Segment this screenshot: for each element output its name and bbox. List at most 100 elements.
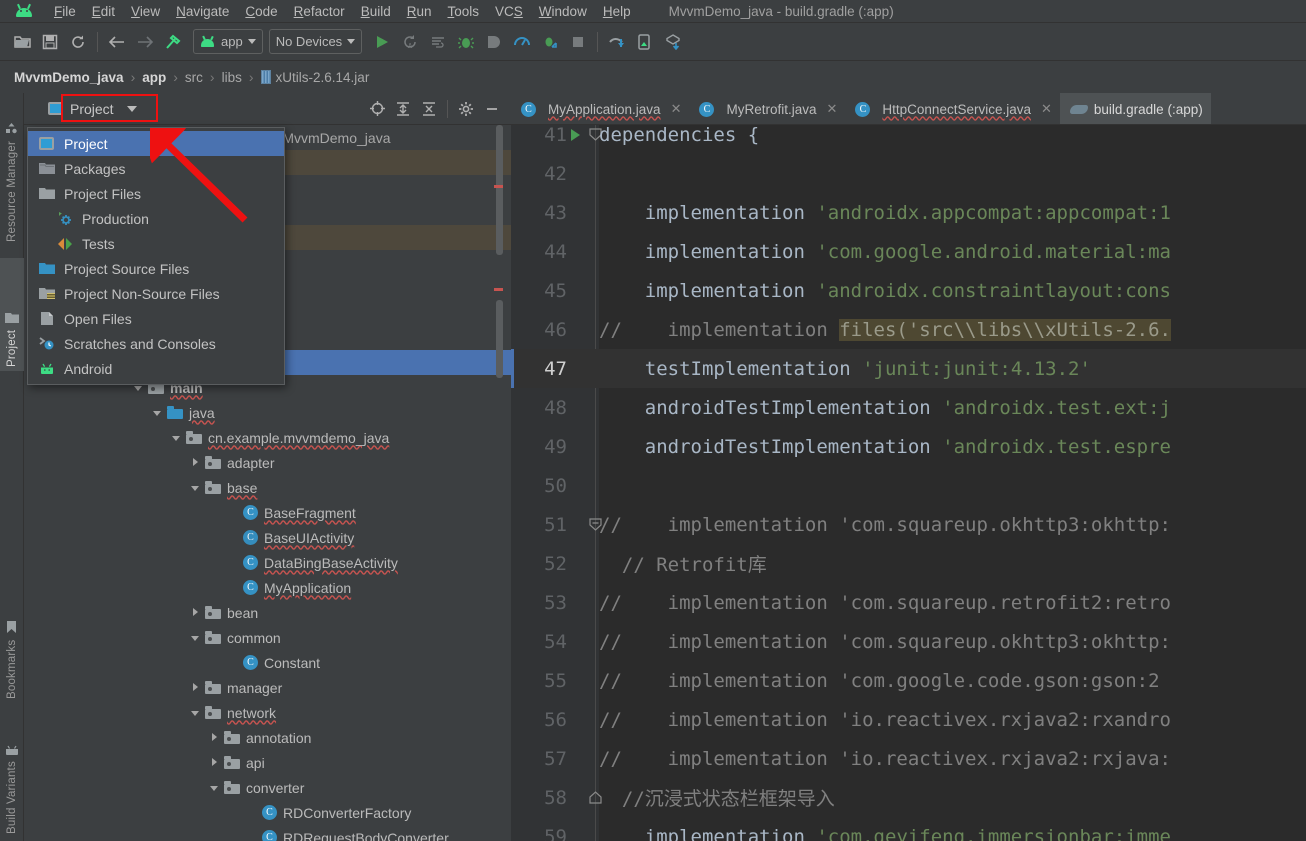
project-tree-scrollbar[interactable] — [494, 125, 503, 841]
sidebar-item-resource-manager[interactable]: Resource Manager — [0, 101, 24, 246]
editor-tab-myretrofit-java[interactable]: C MyRetrofit.java ✕ — [689, 93, 845, 125]
scrollbar-thumb[interactable] — [496, 125, 503, 255]
editor-tab-build-gradle-app-[interactable]: build.gradle (:app) — [1059, 93, 1211, 125]
close-icon[interactable]: ✕ — [671, 101, 682, 117]
code-line-54[interactable]: 54 // implementation 'com.squareup.okhttp… — [511, 622, 1306, 661]
menu-item-navigate[interactable]: Navigate — [168, 2, 237, 21]
menu-item-tools[interactable]: Tools — [440, 2, 488, 21]
settings-gear-icon[interactable] — [453, 96, 479, 122]
tree-node-converter[interactable]: converter — [24, 775, 511, 800]
code-line-50[interactable]: 50 — [511, 466, 1306, 505]
code-line-44[interactable]: 44 implementation 'com.google.android.ma… — [511, 232, 1306, 271]
editor-tab-httpconnectservice-java[interactable]: C HttpConnectService.java ✕ — [845, 93, 1059, 125]
chevron-right-icon[interactable] — [209, 757, 220, 768]
scrollbar-thumb[interactable] — [496, 300, 503, 378]
hide-minimize-icon[interactable] — [479, 96, 505, 122]
menu-item-help[interactable]: Help — [595, 2, 639, 21]
code-line-48[interactable]: 48 androidTestImplementation 'androidx.t… — [511, 388, 1306, 427]
sync-gradle-icon[interactable] — [659, 28, 687, 56]
tree-node-java[interactable]: java — [24, 400, 511, 425]
expand-all-icon[interactable] — [390, 96, 416, 122]
code-line-59[interactable]: 59 implementation 'com.geyifeng.immersio… — [511, 817, 1306, 841]
tree-node-common[interactable]: common — [24, 625, 511, 650]
locate-target-icon[interactable] — [364, 96, 390, 122]
run-gutter-icon[interactable] — [571, 128, 580, 141]
menu-item-build[interactable]: Build — [353, 2, 399, 21]
menu-option-packages[interactable]: Packages — [28, 156, 284, 181]
menu-item-file[interactable]: File — [46, 2, 84, 21]
stop-icon[interactable] — [564, 28, 592, 56]
menu-option-production[interactable]: Production — [28, 206, 284, 231]
editor-tab-myapplication-java[interactable]: C MyApplication.java ✕ — [511, 93, 689, 125]
menu-item-code[interactable]: Code — [237, 2, 285, 21]
menu-option-project-files[interactable]: Project Files — [28, 181, 284, 206]
tree-node-api[interactable]: api — [24, 750, 511, 775]
back-arrow-icon[interactable] — [103, 28, 131, 56]
sidebar-item-project[interactable]: Project — [0, 258, 24, 371]
tree-node-bean[interactable]: bean — [24, 600, 511, 625]
chevron-right-icon[interactable] — [209, 732, 220, 743]
menu-item-vcs[interactable]: VCS — [487, 2, 531, 21]
run-list-icon[interactable] — [424, 28, 452, 56]
tree-node-rdrequestbodyconverter[interactable]: C RDRequestBodyConverter — [24, 825, 511, 841]
project-view-dropdown-menu[interactable]: Project Packages Project Files Production Te… — [27, 127, 285, 385]
save-icon[interactable] — [36, 28, 64, 56]
breadcrumb-item-2[interactable]: src — [185, 70, 203, 85]
tree-node-cn-example-mvvmdemo-java[interactable]: cn.example.mvvmdemo_java — [24, 425, 511, 450]
code-line-45[interactable]: 45 implementation 'androidx.constraintla… — [511, 271, 1306, 310]
forward-arrow-icon[interactable] — [131, 28, 159, 56]
error-stripe-mark[interactable] — [494, 185, 503, 188]
menu-option-scratches-and-consoles[interactable]: Scratches and Consoles — [28, 331, 284, 356]
close-icon[interactable]: ✕ — [827, 101, 838, 117]
code-line-42[interactable]: 42 — [511, 154, 1306, 193]
tree-node-baseuiactivity[interactable]: C BaseUIActivity — [24, 525, 511, 550]
code-line-51[interactable]: 51 // implementation 'com.squareup.okhttp… — [511, 505, 1306, 544]
tree-row-highlighted[interactable] — [279, 225, 511, 250]
menu-item-refactor[interactable]: Refactor — [286, 2, 353, 21]
chevron-down-icon[interactable] — [190, 707, 201, 718]
code-line-55[interactable]: 55 // implementation 'com.google.code.gso… — [511, 661, 1306, 700]
tree-node-adapter[interactable]: adapter — [24, 450, 511, 475]
error-stripe-mark[interactable] — [494, 288, 503, 291]
tree-node-network[interactable]: network — [24, 700, 511, 725]
menu-option-project-non-source-files[interactable]: Project Non-Source Files — [28, 281, 284, 306]
menu-item-run[interactable]: Run — [399, 2, 440, 21]
device-selector[interactable]: No Devices — [268, 29, 363, 54]
collapse-all-icon[interactable] — [416, 96, 442, 122]
project-view-selector[interactable]: Project — [42, 99, 143, 119]
menu-item-view[interactable]: View — [123, 2, 168, 21]
sdk-manager-icon[interactable] — [603, 28, 631, 56]
chevron-down-icon[interactable] — [171, 432, 182, 443]
code-line-53[interactable]: 53 // implementation 'com.squareup.retrof… — [511, 583, 1306, 622]
breadcrumb-item-4[interactable]: xUtils-2.6.14.jar — [276, 70, 370, 85]
chevron-right-icon[interactable] — [190, 457, 201, 468]
tree-node-base[interactable]: base — [24, 475, 511, 500]
tree-node-myapplication[interactable]: C MyApplication — [24, 575, 511, 600]
chevron-down-icon[interactable] — [190, 632, 201, 643]
open-folder-icon[interactable] — [8, 28, 36, 56]
tree-node-rdconverterfactory[interactable]: C RDConverterFactory — [24, 800, 511, 825]
menu-item-window[interactable]: Window — [531, 2, 595, 21]
breadcrumb-item-0[interactable]: MvvmDemo_java — [14, 70, 124, 85]
attach-debugger-icon[interactable] — [480, 28, 508, 56]
chevron-down-icon[interactable] — [209, 782, 220, 793]
build-hammer-icon[interactable] — [159, 28, 187, 56]
breadcrumb-item-3[interactable]: libs — [222, 70, 242, 85]
tree-row-selected[interactable] — [279, 350, 511, 375]
code-line-56[interactable]: 56 // implementation 'io.reactivex.rxjava… — [511, 700, 1306, 739]
tree-node-manager[interactable]: manager — [24, 675, 511, 700]
sync-icon[interactable] — [64, 28, 92, 56]
code-area[interactable]: 41 dependencies {42 43 implementation 'and… — [511, 125, 1306, 841]
breadcrumb-item-1[interactable]: app — [142, 70, 166, 85]
debug-icon[interactable] — [452, 28, 480, 56]
tree-node-basefragment[interactable]: C BaseFragment — [24, 500, 511, 525]
run-icon[interactable] — [368, 28, 396, 56]
chevron-right-icon[interactable] — [190, 607, 201, 618]
chevron-right-icon[interactable] — [190, 682, 201, 693]
code-line-49[interactable]: 49 androidTestImplementation 'androidx.t… — [511, 427, 1306, 466]
code-line-41[interactable]: 41 dependencies { — [511, 125, 1306, 154]
menu-option-android[interactable]: Android — [28, 356, 284, 381]
profiler-icon[interactable] — [508, 28, 536, 56]
tree-node-constant[interactable]: C Constant — [24, 650, 511, 675]
sidebar-item-build-variants[interactable]: Build Variants — [0, 718, 24, 838]
